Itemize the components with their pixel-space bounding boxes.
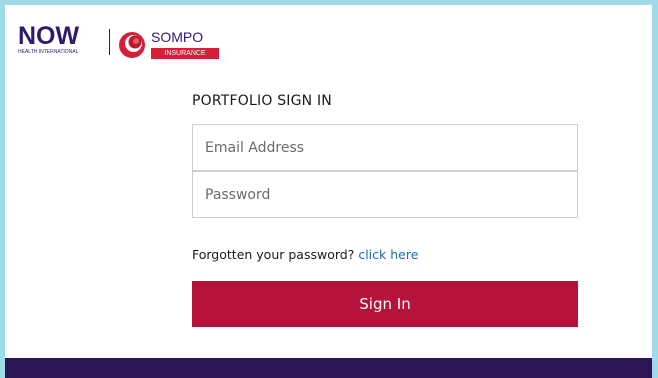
sompo-insurance-badge: INSURANCE	[151, 48, 219, 59]
password-field	[192, 171, 578, 218]
forgot-password-text: Forgotten your password?	[192, 247, 359, 262]
forgot-password-row: Forgotten your password? click here	[192, 247, 418, 262]
sign-in-button[interactable]: Sign In	[192, 281, 578, 327]
footer-bar	[5, 358, 652, 378]
now-health-logo[interactable]: NOW HEALTH INTERNATIONAL	[18, 24, 104, 60]
email-input[interactable]	[193, 125, 577, 170]
page-frame: NOW HEALTH INTERNATIONAL SOMPO INSURANCE…	[5, 5, 652, 378]
login-panel: PORTFOLIO SIGN IN Forgotten your passwor…	[192, 93, 578, 327]
password-input[interactable]	[193, 172, 577, 217]
now-logo-word: NOW	[18, 22, 80, 50]
forgot-password-link[interactable]: click here	[358, 247, 418, 262]
email-field	[192, 124, 578, 171]
header: NOW HEALTH INTERNATIONAL SOMPO INSURANCE	[5, 5, 652, 63]
sompo-logo-icon	[119, 32, 145, 58]
now-logo-tagline: HEALTH INTERNATIONAL	[18, 49, 79, 55]
page-title: PORTFOLIO SIGN IN	[192, 93, 332, 109]
sompo-logo-word: SOMPO	[151, 29, 204, 45]
logo-divider	[109, 29, 110, 55]
